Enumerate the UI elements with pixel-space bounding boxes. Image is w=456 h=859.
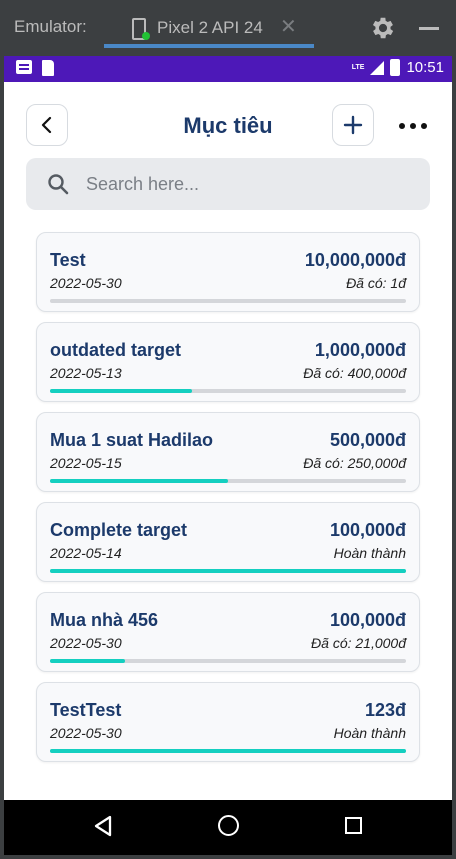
target-status: Hoàn thành: [333, 725, 406, 741]
nav-home-icon[interactable]: [218, 815, 239, 836]
app-header: Mục tiêu: [4, 82, 452, 158]
target-name: outdated target: [50, 340, 182, 360]
message-notification-icon: [16, 60, 32, 74]
target-card[interactable]: Mua nhà 456 100,000đ 2022-05-30 Đã có: 21,0…: [36, 592, 420, 672]
chevron-left-icon: [41, 116, 52, 134]
target-date: 2022-05-30: [50, 635, 122, 651]
target-status: Đã có: 1đ: [346, 275, 406, 291]
target-amount: 500,000đ: [329, 430, 406, 450]
target-status: Hoàn thành: [333, 545, 406, 561]
target-amount: 10,000,000đ: [304, 250, 406, 270]
app-screen: Mục tiêu Test 10,000,000đ 2022-05-30 Đã có:…: [4, 82, 452, 800]
target-name: Test: [50, 250, 86, 270]
more-horizontal-icon: [399, 123, 405, 129]
more-dot: [421, 123, 427, 129]
progress-fill: [50, 569, 406, 573]
progress-fill: [50, 389, 193, 393]
target-status: Đã có: 21,000đ: [311, 635, 406, 651]
target-card[interactable]: Mua 1 suat Hadilao 500,000đ 2022-05-15 Đã c…: [36, 412, 420, 492]
target-card[interactable]: TestTest 123đ 2022-05-30 Hoàn thành: [36, 682, 420, 762]
emulator-toolbar: Emulator: Pixel 2 API 24 ✕: [0, 0, 456, 56]
nav-recent-apps-icon[interactable]: [345, 817, 362, 834]
emulator-label: Emulator:: [14, 17, 87, 36]
progress-fill: [50, 659, 125, 663]
target-date: 2022-05-13: [50, 365, 122, 381]
progress-track: [50, 479, 406, 483]
progress-fill: [50, 479, 228, 483]
search-input[interactable]: [86, 158, 416, 210]
target-card[interactable]: outdated target 1,000,000đ 2022-05-13 Đã có…: [36, 322, 420, 402]
target-name: Complete target: [50, 520, 188, 540]
target-list: Test 10,000,000đ 2022-05-30 Đã có: 1đ outdat…: [36, 232, 420, 772]
target-card[interactable]: Complete target 100,000đ 2022-05-14 Hoàn th…: [36, 502, 420, 582]
page-title: Mục tiêu: [183, 113, 273, 138]
target-card[interactable]: Test 10,000,000đ 2022-05-30 Đã có: 1đ: [36, 232, 420, 312]
target-status: Đã có: 400,000đ: [303, 365, 406, 381]
gear-icon[interactable]: [369, 14, 397, 42]
target-name: TestTest: [50, 700, 122, 720]
target-date: 2022-05-14: [50, 545, 122, 561]
more-options-button[interactable]: [396, 112, 430, 140]
sd-card-icon: [42, 60, 54, 76]
progress-fill: [50, 749, 406, 753]
back-button[interactable]: [26, 104, 68, 146]
target-date: 2022-05-30: [50, 275, 122, 291]
target-amount: 123đ: [364, 700, 406, 720]
progress-track: [50, 569, 406, 573]
search-icon: [48, 174, 69, 195]
add-target-button[interactable]: [332, 104, 374, 146]
target-status: Đã có: 250,000đ: [303, 455, 406, 471]
target-name: Mua nhà 456: [50, 610, 159, 630]
device-online-indicator: [142, 32, 150, 40]
target-amount: 1,000,000đ: [314, 340, 406, 360]
status-bar: LTE 10:51: [4, 56, 452, 82]
search-bar: [26, 158, 430, 210]
device-tab-label: Pixel 2 API 24: [157, 18, 263, 37]
progress-track: [50, 299, 406, 303]
target-amount: 100,000đ: [329, 520, 406, 540]
progress-track: [50, 389, 406, 393]
active-tab-indicator: [104, 44, 314, 48]
more-dot: [410, 123, 416, 129]
close-tab-icon[interactable]: ✕: [280, 14, 297, 39]
nav-back-icon[interactable]: [92, 814, 114, 838]
battery-icon: [390, 59, 401, 76]
target-amount: 100,000đ: [329, 610, 406, 630]
network-type: LTE: [351, 64, 365, 71]
emulator-frame: [0, 855, 456, 859]
minimize-icon[interactable]: [419, 27, 439, 30]
device-tab[interactable]: Pixel 2 API 24 ✕: [104, 8, 314, 48]
signal-icon: [370, 60, 385, 75]
navigation-bar: [4, 800, 452, 855]
progress-track: [50, 749, 406, 753]
target-name: Mua 1 suat Hadilao: [50, 430, 214, 450]
target-date: 2022-05-30: [50, 725, 122, 741]
plus-icon: [343, 115, 363, 135]
target-date: 2022-05-15: [50, 455, 122, 471]
progress-track: [50, 659, 406, 663]
clock: 10:51: [406, 59, 444, 76]
